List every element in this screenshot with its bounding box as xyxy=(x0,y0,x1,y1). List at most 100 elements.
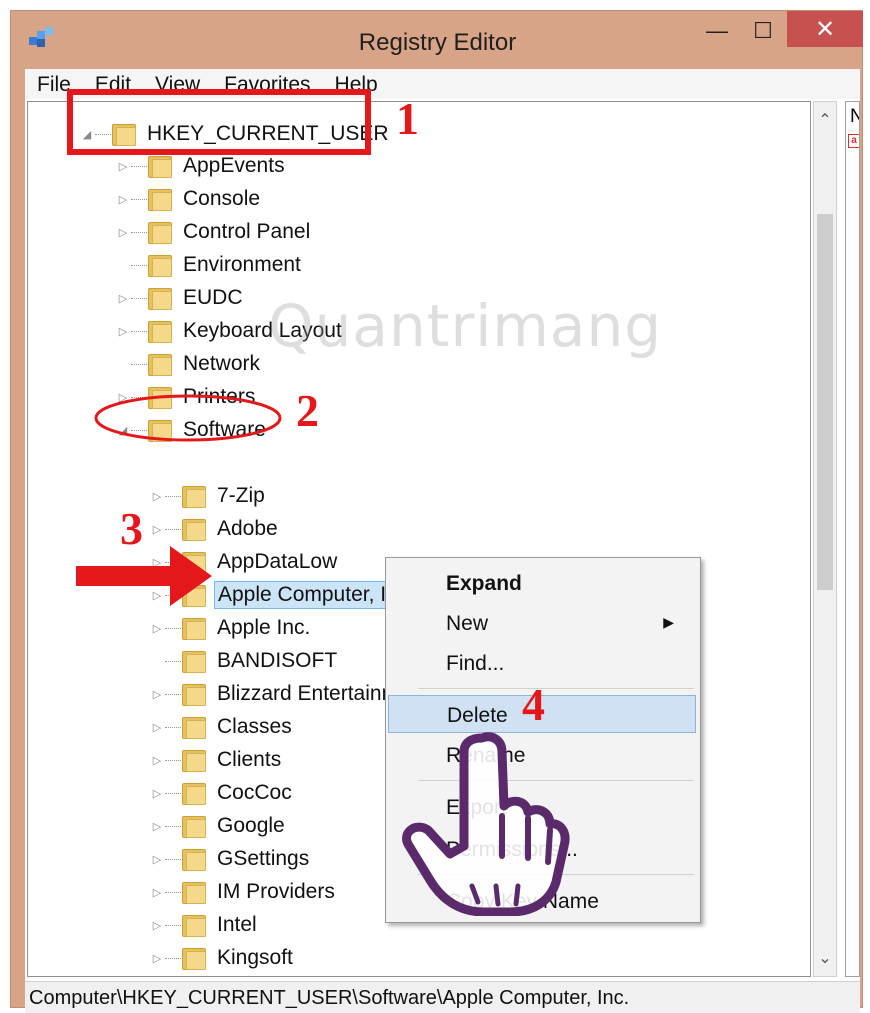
tree-item-apple-computer-inc[interactable]: ▷ Apple Computer, Inc. xyxy=(150,579,419,611)
tree-item-label: Control Panel xyxy=(183,220,311,243)
folder-icon xyxy=(148,384,174,410)
expand-icon[interactable]: ▷ xyxy=(116,193,130,206)
expand-icon[interactable]: ▷ xyxy=(150,952,164,965)
expand-icon[interactable]: ▷ xyxy=(116,226,130,239)
expand-icon[interactable]: ▷ xyxy=(150,490,164,503)
minimize-icon: — xyxy=(706,18,728,43)
tree-connector xyxy=(131,297,147,299)
tree-connector xyxy=(165,792,181,794)
expand-icon[interactable]: ▷ xyxy=(150,853,164,866)
expand-icon[interactable]: ▷ xyxy=(150,886,164,899)
tree-item-appevents[interactable]: ▷ AppEvents xyxy=(116,150,288,182)
folder-icon xyxy=(182,945,208,971)
folder-icon xyxy=(148,417,174,443)
tree-connector xyxy=(165,594,181,596)
expand-icon[interactable]: ▷ xyxy=(116,391,130,404)
tree-item-bandisoft[interactable]: BANDISOFT xyxy=(150,645,340,677)
tree-item-gsettings[interactable]: ▷ GSettings xyxy=(150,843,312,875)
folder-icon xyxy=(182,549,208,575)
folder-icon xyxy=(148,252,174,278)
expand-icon[interactable]: ▷ xyxy=(150,688,164,701)
tree-item-label: Google xyxy=(217,814,285,837)
tree-item-label: Software xyxy=(183,418,266,441)
tree-vertical-scrollbar[interactable]: ⌃ ⌄ xyxy=(813,101,837,977)
tree-connector xyxy=(165,693,181,695)
menu-item-new-label: New xyxy=(446,612,489,635)
menu-item-expand[interactable]: Expand xyxy=(388,564,696,602)
expand-icon[interactable]: ▷ xyxy=(150,919,164,932)
tree-connector xyxy=(165,891,181,893)
tree-item-label: Classes xyxy=(217,715,292,738)
tree-connector xyxy=(165,528,181,530)
expand-icon[interactable]: ▷ xyxy=(150,589,164,602)
watermark: Quantrimang xyxy=(268,292,663,360)
folder-icon xyxy=(148,351,174,377)
tree-item-kingsoft[interactable]: ▷ Kingsoft xyxy=(150,942,296,974)
tree-connector xyxy=(165,561,181,563)
tree-item-console[interactable]: ▷ Console xyxy=(116,183,263,215)
tree-connector xyxy=(165,924,181,926)
scroll-down-icon[interactable]: ⌄ xyxy=(814,948,836,972)
menu-item-new[interactable]: New ▶ xyxy=(388,604,696,642)
tree-item-klive[interactable]: KLive xyxy=(150,975,273,976)
folder-icon xyxy=(112,121,138,147)
tree-item-coccoc[interactable]: ▷ CocCoc xyxy=(150,777,295,809)
menu-item-find[interactable]: Find... xyxy=(388,644,696,682)
tree-item-environment[interactable]: Environment xyxy=(116,249,304,281)
tree-item-software[interactable]: ◢ Software xyxy=(116,414,269,446)
menu-favorites[interactable]: Favorites xyxy=(212,69,322,99)
tree-connector xyxy=(131,429,147,431)
expand-icon[interactable]: ▷ xyxy=(116,292,130,305)
expand-icon[interactable]: ▷ xyxy=(150,721,164,734)
tree-item-control-panel[interactable]: ▷ Control Panel xyxy=(116,216,313,248)
collapse-icon[interactable]: ◢ xyxy=(116,424,130,437)
tree-item-label: HKEY_CURRENT_USER xyxy=(147,122,389,145)
expand-icon[interactable]: ▷ xyxy=(150,523,164,536)
maximize-button[interactable]: ☐ xyxy=(743,13,783,49)
menu-view[interactable]: View xyxy=(143,69,212,99)
tree-item-7-zip[interactable]: ▷ 7-Zip xyxy=(150,480,268,512)
tree-item-hkcu[interactable]: ◢ HKEY_CURRENT_USER xyxy=(80,118,392,150)
expand-icon[interactable]: ▷ xyxy=(116,325,130,338)
values-panel[interactable]: N a xyxy=(845,101,860,977)
folder-icon xyxy=(148,153,174,179)
tree-item-google[interactable]: ▷ Google xyxy=(150,810,288,842)
folder-icon xyxy=(148,318,174,344)
tree-connector xyxy=(165,495,181,497)
minimize-button[interactable]: — xyxy=(697,13,737,49)
scroll-up-icon[interactable]: ⌃ xyxy=(814,110,836,134)
tree-item-im-providers[interactable]: ▷ IM Providers xyxy=(150,876,338,908)
tree-connector xyxy=(131,231,147,233)
tree-item-blizzard-entertainm[interactable]: ▷ Blizzard Entertainm xyxy=(150,678,402,710)
expand-icon[interactable]: ▷ xyxy=(150,622,164,635)
expand-icon[interactable]: ▷ xyxy=(150,787,164,800)
collapse-icon[interactable]: ◢ xyxy=(80,128,94,141)
menu-bar: File Edit View Favorites Help xyxy=(25,69,860,99)
tree-item-eudc[interactable]: ▷ EUDC xyxy=(116,282,246,314)
expand-icon[interactable]: ▷ xyxy=(116,160,130,173)
tree-item-classes[interactable]: ▷ Classes xyxy=(150,711,295,743)
expand-icon[interactable]: ▷ xyxy=(150,820,164,833)
expand-icon[interactable]: ▷ xyxy=(150,556,164,569)
tree-item-printers[interactable]: ▷ Printers xyxy=(116,381,258,413)
scrollbar-thumb[interactable] xyxy=(817,214,833,590)
tree-item-label: AppEvents xyxy=(183,154,285,177)
expand-icon[interactable]: ▷ xyxy=(150,754,164,767)
tree-item-label: IM Providers xyxy=(217,880,335,903)
folder-icon xyxy=(182,912,208,938)
tree-item-clients[interactable]: ▷ Clients xyxy=(150,744,284,776)
tree-item-apple-inc[interactable]: ▷ Apple Inc. xyxy=(150,612,313,644)
tree-item-label: GSettings xyxy=(217,847,310,870)
tree-item-intel[interactable]: ▷ Intel xyxy=(150,909,260,941)
menu-help[interactable]: Help xyxy=(323,69,390,99)
tree-item-label: Clients xyxy=(217,748,282,771)
tree-item-appdatalow[interactable]: ▷ AppDataLow xyxy=(150,546,340,578)
annotation-number-1: 1 xyxy=(396,93,419,144)
tree-item-adobe[interactable]: ▷ Adobe xyxy=(150,513,281,545)
tree-connector xyxy=(131,165,147,167)
menu-file[interactable]: File xyxy=(25,69,83,99)
tree-item-network[interactable]: Network xyxy=(116,348,263,380)
menu-edit[interactable]: Edit xyxy=(83,69,143,99)
tree-item-label: Console xyxy=(183,187,261,210)
close-button[interactable]: ✕ xyxy=(787,11,863,47)
